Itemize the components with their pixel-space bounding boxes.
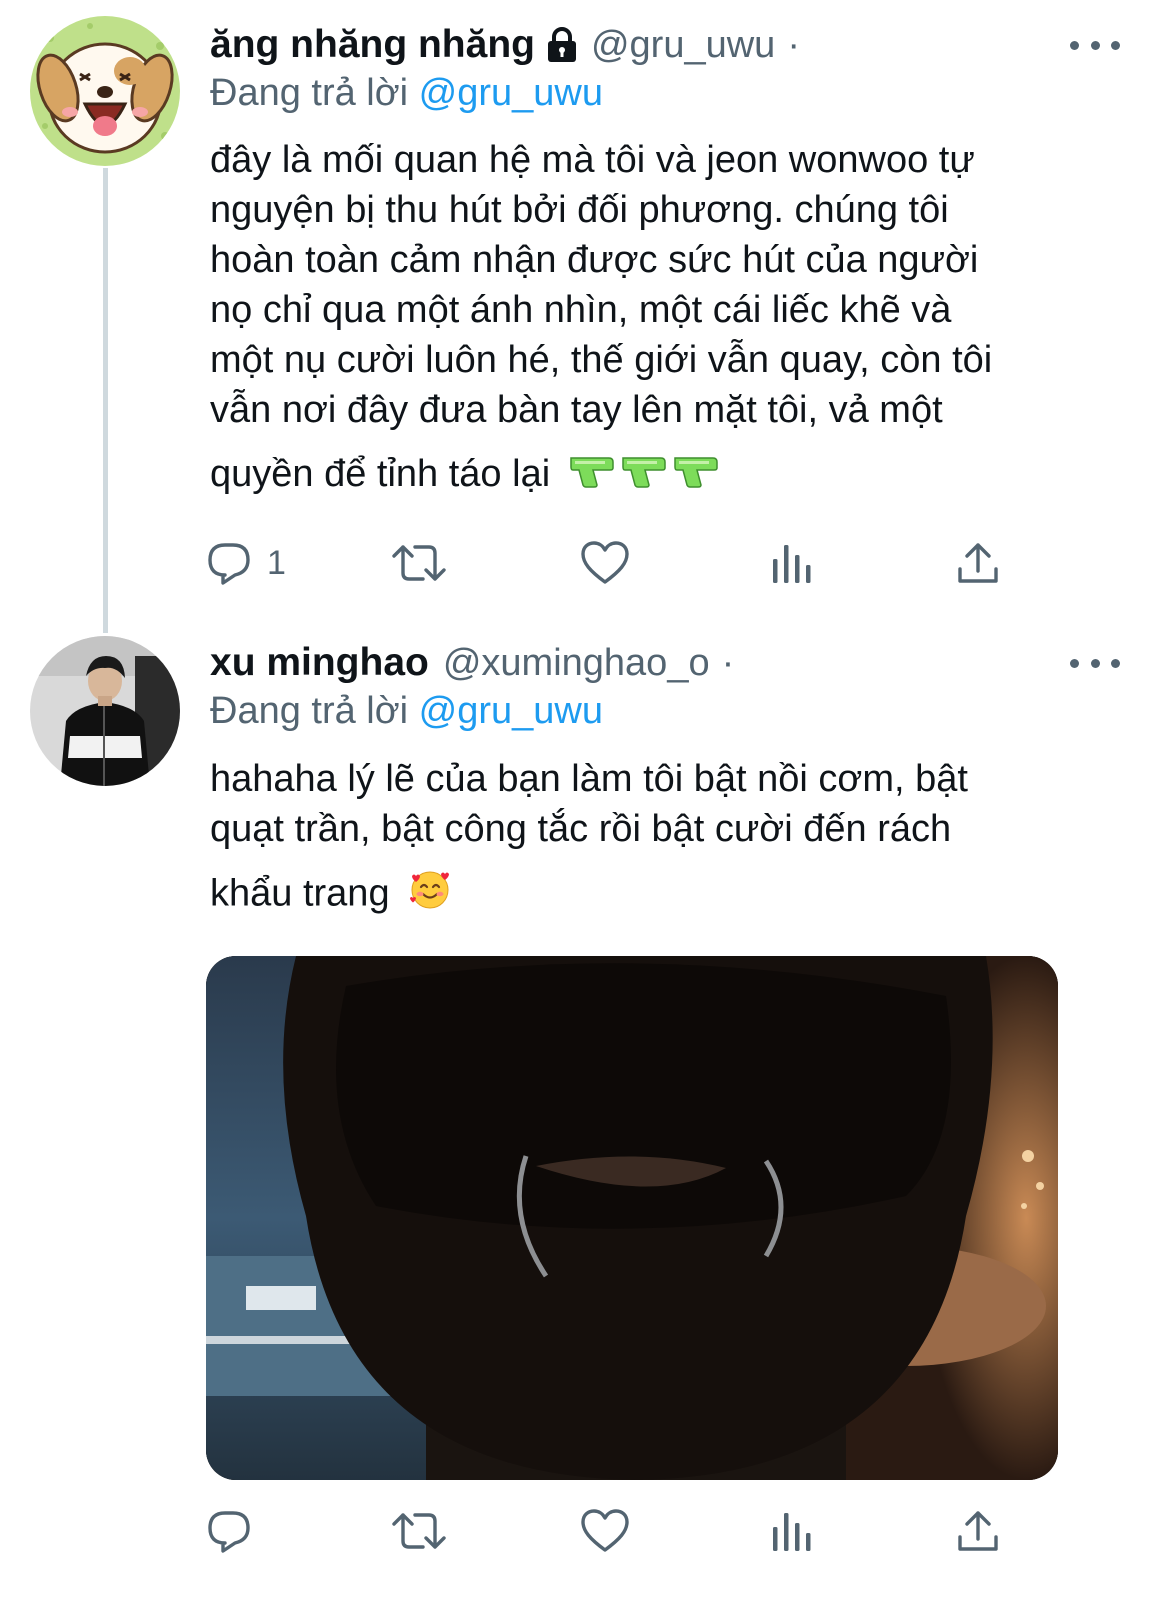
reply-count: 1 [267, 543, 286, 582]
replying-to: Đang trả lời @gru_uwu [210, 72, 603, 115]
share-icon [958, 543, 998, 583]
replying-to-label: Đang trả lời [210, 72, 409, 114]
tweet-text: đây là mối quan hệ mà tôi và jeon wonwoo… [210, 135, 1110, 501]
analytics-button[interactable] [770, 1506, 814, 1556]
tweet-text-last-line: quyền để tỉnh táo lại [210, 449, 1110, 501]
tweet-text-line: nọ chỉ qua một ánh nhìn, một cái liếc kh… [210, 289, 952, 331]
retweet-icon [392, 1513, 446, 1549]
tweet-header: ăng nhăng nhăng @gru_uwu · [210, 20, 800, 70]
tweet-text-line: hahaha lý lẽ của bạn làm tôi bật nồi cơm… [210, 758, 968, 800]
tweet-text: hahaha lý lẽ của bạn làm tôi bật nồi cơm… [210, 754, 1110, 923]
analytics-button[interactable] [770, 538, 814, 588]
tweet-text-line: quyền để tỉnh táo lại [210, 453, 551, 495]
more-options-icon[interactable] [1070, 648, 1120, 678]
tweet-text-line: một nụ cười luôn hé, thế giới vẫn quay, … [210, 339, 993, 381]
analytics-icon [773, 1513, 811, 1551]
tweet-actions: 1 [205, 538, 1035, 588]
share-icon [958, 1511, 998, 1551]
separator-dot: · [787, 23, 800, 66]
replying-to: Đang trả lời @gru_uwu [210, 690, 603, 733]
like-button[interactable] [580, 538, 630, 588]
heart-icon [581, 1509, 629, 1552]
tweet-text-line: nguyện bị thu hút bởi đối phương. chúng … [210, 189, 949, 231]
user-handle[interactable]: @gru_uwu [591, 24, 775, 67]
retweet-button[interactable] [391, 1506, 447, 1556]
reply-button[interactable] [205, 1506, 267, 1556]
reply-button[interactable]: 1 [205, 538, 286, 588]
display-name[interactable]: ăng nhăng nhăng [210, 23, 535, 67]
share-button[interactable] [955, 538, 1001, 588]
water-pistol-icon [569, 451, 719, 501]
cartoon-dog-avatar-icon [30, 16, 180, 166]
share-button[interactable] [955, 1506, 1001, 1556]
tweet-text-line: vẫn nơi đây đưa bàn tay lên mặt tôi, vả … [210, 389, 943, 431]
tweet[interactable]: ăng nhăng nhăng @gru_uwu · Đang trả lời … [0, 0, 1170, 620]
reply-icon [208, 1511, 250, 1553]
reply-mention-link[interactable]: @gru_uwu [419, 690, 603, 732]
like-button[interactable] [580, 1506, 630, 1556]
tweet-text-line: hoàn toàn cảm nhận được sức hút của ngườ… [210, 239, 979, 281]
replying-to-label: Đang trả lời [210, 690, 409, 732]
tweet-header: xu minghao @xuminghao_o · [210, 638, 734, 688]
tweet-text-line: đây là mối quan hệ mà tôi và jeon wonwoo… [210, 139, 975, 181]
smiling-face-with-hearts-icon [408, 868, 452, 923]
tweet[interactable]: xu minghao @xuminghao_o · Đang trả lời @… [0, 630, 1170, 1611]
avatar[interactable] [30, 636, 180, 786]
lock-icon [545, 27, 579, 63]
reply-icon [208, 543, 250, 585]
avatar[interactable] [30, 16, 180, 166]
masked-face-photo-icon [206, 956, 1058, 1480]
analytics-icon [773, 545, 811, 583]
retweet-button[interactable] [391, 538, 447, 588]
retweet-icon [392, 545, 446, 581]
tweet-actions [205, 1506, 1035, 1556]
display-name[interactable]: xu minghao [210, 641, 429, 685]
user-handle[interactable]: @xuminghao_o [443, 642, 710, 685]
tweet-photo[interactable] [206, 956, 1058, 1480]
more-options-icon[interactable] [1070, 30, 1120, 60]
reply-mention-link[interactable]: @gru_uwu [419, 72, 603, 114]
photo-avatar-icon [30, 636, 180, 786]
tweet-text-line: quạt trần, bật công tắc rồi bật cười đến… [210, 808, 952, 850]
separator-dot: · [721, 641, 735, 684]
tweet-text-line: khẩu trang [210, 872, 390, 915]
tweet-text-last-line: khẩu trang [210, 868, 1110, 923]
heart-icon [581, 541, 629, 584]
